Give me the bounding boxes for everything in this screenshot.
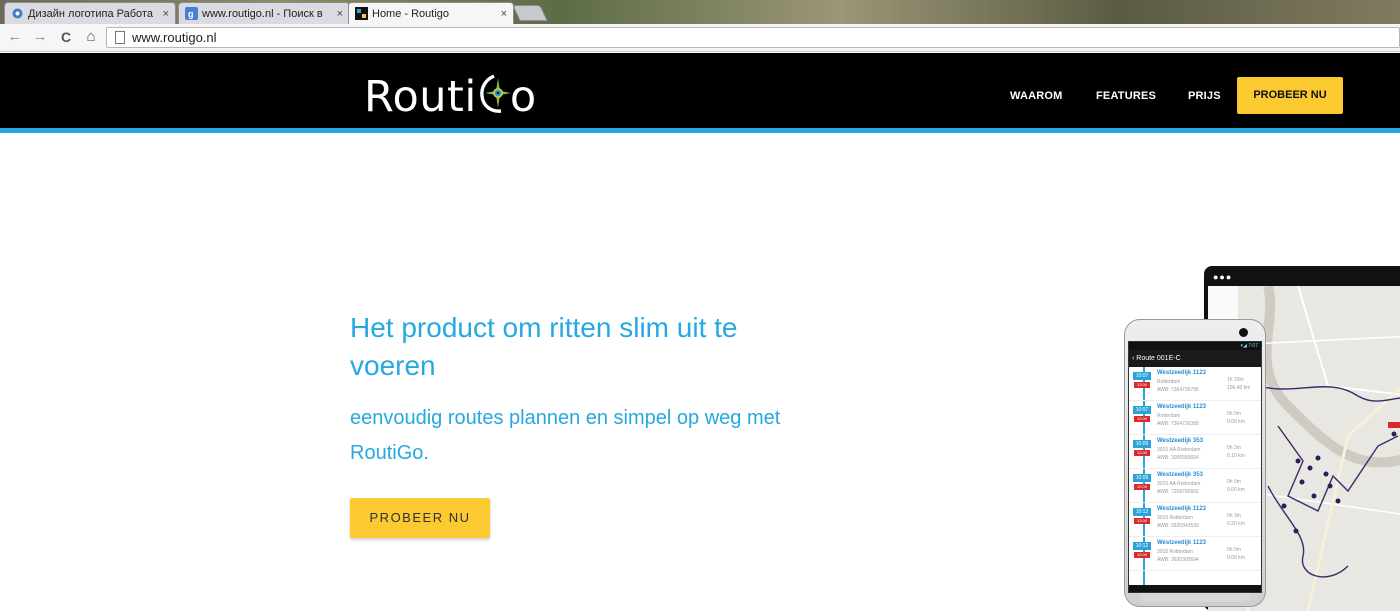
stop-city: Rotterdam [1157,379,1181,385]
stop-city: 3015 Rotterdam [1157,549,1193,555]
stop-window-tag: 12:00 [1134,484,1150,490]
stop-row[interactable]: 10:09 12:00 Westzeedijk 353 3015 AA Rotterd… [1129,435,1261,469]
phone-status-bar: ▾◢ 7:07 [1129,342,1261,350]
stop-awb: AWB: 2006583654 [1157,455,1199,461]
stop-window-tag: 12:00 [1134,416,1150,422]
nav-link-features[interactable]: FEATURES [1096,90,1156,102]
stop-street: Westzeedijk 1123 [1157,540,1206,546]
logo-text-right: o [509,72,537,122]
reload-icon[interactable]: C [57,28,75,46]
stop-time: 10:09 [1133,474,1151,482]
address-bar[interactable]: www.routigo.nl [106,27,1400,48]
stop-awb: AWB: 7364730395 [1157,421,1199,427]
routigo-icon [355,7,368,20]
phone-nav-bar [1129,585,1261,592]
stop-duration: 1h 20m [1227,377,1244,383]
stop-distance: 106.40 km [1227,385,1251,391]
stop-duration: 0h 3m [1227,513,1241,519]
stop-list: 10:07 12:00 Westzeedijk 1123 Rotterdam AWB: … [1129,367,1261,571]
home-icon[interactable]: ⌂ [82,28,100,46]
close-icon[interactable]: × [163,8,169,20]
hero-try-now-button[interactable]: PROBEER NU [350,498,490,538]
stop-distance: 0.20 km [1227,521,1245,527]
phone-screen: ▾◢ 7:07 ‹ Route 001E-C 10:07 12:00 Westzee… [1128,341,1262,593]
stop-distance: 0.00 km [1227,555,1245,561]
stop-distance: 0.10 km [1227,453,1245,459]
routigo-logo[interactable]: Routi o [364,73,537,121]
stop-awb: AWB: 7268760602 [1157,489,1199,495]
close-icon[interactable]: × [337,8,343,20]
nav-link-prijs[interactable]: PRIJS [1188,90,1221,102]
stop-awb: AWB: 7364730796 [1157,387,1199,393]
phone-app-bar: ‹ Route 001E-C [1129,350,1261,367]
stop-distance: 0.00 km [1227,487,1245,493]
stop-duration: 0h 0m [1227,547,1241,553]
stop-window-tag: 12:00 [1134,450,1150,456]
tab-title: Home - Routigo [372,7,450,20]
stop-street: Westzeedijk 1123 [1157,370,1206,376]
stop-city: 3015 Rotterdam [1157,515,1193,521]
browser-tab-strip: Дизайн логотипа Работа × g www.routigo.n… [0,0,1400,24]
stop-row[interactable]: 10:09 12:00 Westzeedijk 353 3015 AA Rotterd… [1129,469,1261,503]
hero-subtitle: eenvoudig routes plannen en simpel op we… [350,407,781,464]
stop-street: Westzeedijk 1123 [1157,506,1206,512]
browser-toolbar: ← → C ⌂ www.routigo.nl [0,24,1400,52]
forward-icon[interactable]: → [31,28,49,46]
stop-awb: AWB: 2620343530 [1157,523,1199,529]
stop-window-tag: 12:00 [1134,552,1150,558]
compass-icon [479,74,511,113]
tablet-menu-dots: ●●● [1213,272,1233,282]
hero-title: Het product om ritten slim uit te voeren [350,312,738,381]
stop-time: 10:09 [1133,440,1151,448]
stop-duration: 0h 0m [1227,479,1241,485]
tab-title: Дизайн логотипа Работа [28,7,153,20]
stop-window-tag: 12:00 [1134,518,1150,524]
gear-icon [12,8,23,19]
site-header: Routi o WAAROM FEATURES PRIJS PROBEER NU [0,53,1400,133]
stop-street: Westzeedijk 1123 [1157,404,1206,410]
logo-text-left: Routi [364,72,477,122]
phone-camera [1239,328,1248,337]
stop-row[interactable]: 10:12 12:00 Westzeedijk 1123 3015 Rotterdam… [1129,503,1261,537]
phone-chin [1139,593,1251,602]
stop-duration: 0h 0m [1227,411,1241,417]
stop-time: 10:12 [1133,542,1151,550]
header-try-now-button[interactable]: PROBEER NU [1237,77,1343,114]
new-tab-button[interactable] [512,5,548,21]
address-text: www.routigo.nl [132,30,217,45]
browser-tab-2[interactable]: g www.routigo.nl - Поиск в × [178,2,350,24]
close-icon[interactable]: × [501,8,507,20]
google-icon: g [185,7,198,20]
stop-city: Rotterdam [1157,413,1181,419]
browser-tab-1[interactable]: Дизайн логотипа Работа × [4,2,176,24]
nav-link-waarom[interactable]: WAAROM [1010,90,1063,102]
stop-awb: AWB: 2630303694 [1157,557,1199,563]
browser-tab-3[interactable]: Home - Routigo × [348,2,514,24]
stop-row[interactable]: 10:07 12:00 Westzeedijk 1123 Rotterdam AWB: … [1129,367,1261,401]
stop-row[interactable]: 10:12 12:00 Westzeedijk 1123 3015 Rotterdam… [1129,537,1261,571]
stop-street: Westzeedijk 353 [1157,472,1203,478]
tab-title: www.routigo.nl - Поиск в [202,7,323,20]
stop-row[interactable]: 10:07 12:00 Westzeedijk 1123 Rotterdam AWB: … [1129,401,1261,435]
stop-window-tag: 12:00 [1134,382,1150,388]
back-icon[interactable]: ← [6,28,24,46]
svg-text:g: g [188,9,194,19]
phone-mockup: ▾◢ 7:07 ‹ Route 001E-C 10:07 12:00 Westzee… [1124,319,1266,607]
stop-street: Westzeedijk 353 [1157,438,1203,444]
stop-duration: 0h 2m [1227,445,1241,451]
stop-distance: 0.00 km [1227,419,1245,425]
stop-time: 10:07 [1133,372,1151,380]
page-icon [115,31,125,44]
stop-city: 3015 AA Rotterdam [1157,447,1201,453]
stop-city: 3015 AA Rotterdam [1157,481,1201,487]
stop-time: 10:12 [1133,508,1151,516]
stop-time: 10:07 [1133,406,1151,414]
